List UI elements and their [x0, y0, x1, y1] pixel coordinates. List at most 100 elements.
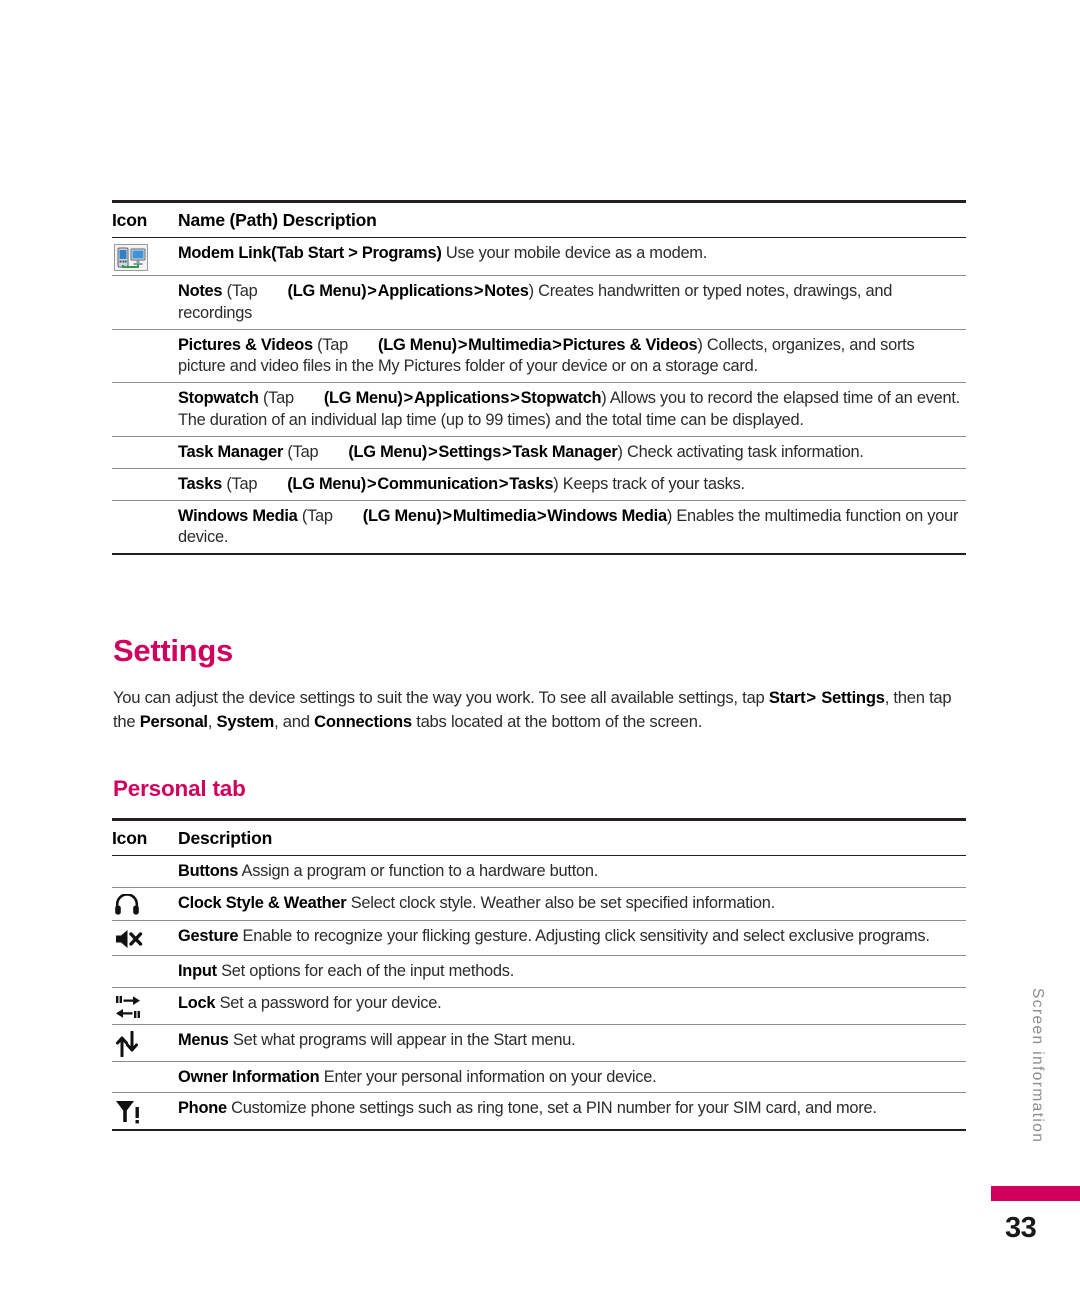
row-icon-cell — [112, 468, 178, 501]
row-title: Windows Media — [178, 506, 298, 525]
mute-speaker-icon — [114, 927, 144, 951]
row-text: Set what programs will appear in the Sta… — [228, 1030, 576, 1049]
table-row: Stopwatch (Tap (LG Menu)>Applications>Sto… — [112, 382, 966, 437]
row-icon-cell — [112, 275, 178, 330]
row-menu-label: (LG Menu) — [323, 389, 403, 408]
row-description-cell: Modem Link(Tab Start > Programs) Use you… — [178, 237, 966, 276]
row-tap-label: (Tap — [226, 282, 258, 300]
lock-arrows-icon — [114, 994, 142, 1020]
personal-tab-subheading: Personal tab — [113, 776, 246, 801]
menus-arrows-icon — [114, 1030, 140, 1057]
row-icon-cell — [112, 887, 178, 921]
row-crumb-1: Applications — [377, 282, 474, 300]
table-row: Phone Customize phone settings such as r… — [112, 1092, 966, 1132]
paragraph-text-1: You can adjust the device settings to su… — [113, 688, 769, 707]
row-path: (Tab Start > Programs) — [271, 244, 442, 262]
column-header-icon: Icon — [112, 200, 178, 238]
table-row: Pictures & Videos (Tap (LG Menu)>Multimed… — [112, 329, 966, 384]
signal-alert-icon — [114, 1099, 142, 1125]
row-text: Enter your personal information on your … — [319, 1067, 657, 1086]
row-icon-cell — [112, 1024, 178, 1062]
row-menu-label: (LG Menu) — [362, 506, 442, 525]
table-row: Lock Set a password for your device. — [112, 987, 966, 1025]
row-title: Notes — [178, 282, 223, 300]
row-icon-cell — [112, 1092, 178, 1132]
row-crumb-1: Settings — [438, 442, 502, 461]
row-description-cell: Menus Set what programs will appear in t… — [178, 1024, 966, 1062]
accent-bar — [991, 1186, 1080, 1201]
row-crumb-2: Tasks — [509, 474, 554, 493]
row-title: Owner Information — [178, 1067, 320, 1086]
row-tap-label: (Tap — [226, 474, 258, 493]
row-title: Gesture — [178, 926, 239, 945]
row-description-cell: Gesture Enable to recognize your flickin… — [178, 920, 966, 956]
row-text: Set options for each of the input method… — [216, 961, 515, 980]
row-title: Clock Style & Weather — [178, 893, 347, 912]
paragraph-connections-bold: Connections — [314, 712, 412, 732]
paragraph-start-bold: Start — [768, 688, 806, 707]
table-row: Input Set options for each of the input … — [112, 955, 966, 988]
table-row: Tasks (Tap (LG Menu)>Communication>Tasks)… — [112, 468, 966, 501]
row-crumb-1: Multimedia — [468, 335, 552, 354]
settings-paragraph: You can adjust the device settings to su… — [113, 686, 969, 735]
row-icon-cell — [112, 436, 178, 469]
row-title: Modem Link — [178, 244, 272, 262]
row-icon-cell — [112, 500, 178, 556]
row-menu-label: (LG Menu) — [287, 282, 367, 300]
row-icon-cell — [112, 329, 178, 384]
row-text: Check activating task information. — [622, 442, 864, 461]
row-description-cell: Windows Media (Tap (LG Menu)>Multimedia>W… — [178, 500, 966, 556]
row-text: Creates handwritten or typed notes, draw… — [178, 282, 893, 322]
row-text: Use your mobile device as a modem. — [441, 244, 708, 262]
row-description-cell: Buttons Assign a program or function to … — [178, 855, 966, 888]
programs-table: Icon Name (Path) Description Modem Link(… — [112, 200, 966, 556]
side-rail: Screen information — [1028, 988, 1054, 1198]
row-crumb-2: Stopwatch — [520, 389, 602, 408]
row-tap-label: (Tap — [262, 389, 294, 408]
row-description-cell: Lock Set a password for your device. — [178, 987, 966, 1025]
row-description-cell: Notes (Tap (LG Menu)>Applications>Notes) … — [178, 275, 966, 330]
table-row: Task Manager (Tap (LG Menu)>Settings>Task… — [112, 436, 966, 469]
row-menu-label: (LG Menu) — [287, 474, 366, 493]
table-row: Owner Information Enter your personal in… — [112, 1061, 966, 1094]
table-row: Modem Link(Tab Start > Programs) Use you… — [112, 237, 966, 276]
row-description-cell: Owner Information Enter your personal in… — [178, 1061, 966, 1094]
row-text: Customize phone settings such as ring to… — [226, 1099, 877, 1118]
row-menu-label: (LG Menu) — [378, 335, 457, 354]
row-icon-cell — [112, 920, 178, 956]
table-header-row: Icon Description — [112, 818, 966, 856]
row-text: Enable to recognize your flicking gestur… — [238, 926, 930, 945]
column-header-icon: Icon — [112, 818, 178, 856]
page-number: 33 — [1005, 1212, 1037, 1244]
row-title: Tasks — [178, 474, 223, 493]
row-text: Keeps track of your tasks. — [558, 474, 745, 493]
document-page: Icon Name (Path) Description Modem Link(… — [0, 0, 1080, 1298]
row-description-cell: Clock Style & Weather Select clock style… — [178, 887, 966, 921]
side-rail-label: Screen information — [1029, 988, 1046, 1144]
row-title: Phone — [178, 1099, 227, 1118]
paragraph-text-3: tabs located at the bottom of the screen… — [411, 712, 703, 732]
row-icon-cell — [112, 987, 178, 1025]
row-description-cell: Phone Customize phone settings such as r… — [178, 1092, 966, 1132]
row-crumb-2: Windows Media — [547, 506, 667, 525]
row-title: Stopwatch — [178, 389, 259, 408]
row-icon-cell — [112, 1061, 178, 1094]
row-title: Menus — [178, 1030, 229, 1049]
headphone-icon — [114, 893, 140, 916]
table-row: Windows Media (Tap (LG Menu)>Multimedia>W… — [112, 500, 966, 556]
row-tap-label: (Tap — [301, 506, 333, 525]
row-title: Lock — [178, 993, 216, 1012]
row-icon-cell — [112, 382, 178, 437]
row-tap-label: (Tap — [317, 335, 349, 354]
table-header-row: Icon Name (Path) Description — [112, 200, 966, 238]
row-icon-cell — [112, 855, 178, 888]
table-row: Clock Style & Weather Select clock style… — [112, 887, 966, 921]
personal-settings-table: Icon Description Buttons Assign a progra… — [112, 818, 966, 1132]
row-title: Task Manager — [178, 442, 284, 461]
column-header-description: Description — [178, 818, 966, 856]
paragraph-gt: > — [806, 688, 816, 707]
table-row: Menus Set what programs will appear in t… — [112, 1024, 966, 1062]
paragraph-and: , and — [274, 712, 315, 732]
row-crumb-1: Multimedia — [452, 506, 536, 525]
row-description-cell: Task Manager (Tap (LG Menu)>Settings>Task… — [178, 436, 966, 469]
